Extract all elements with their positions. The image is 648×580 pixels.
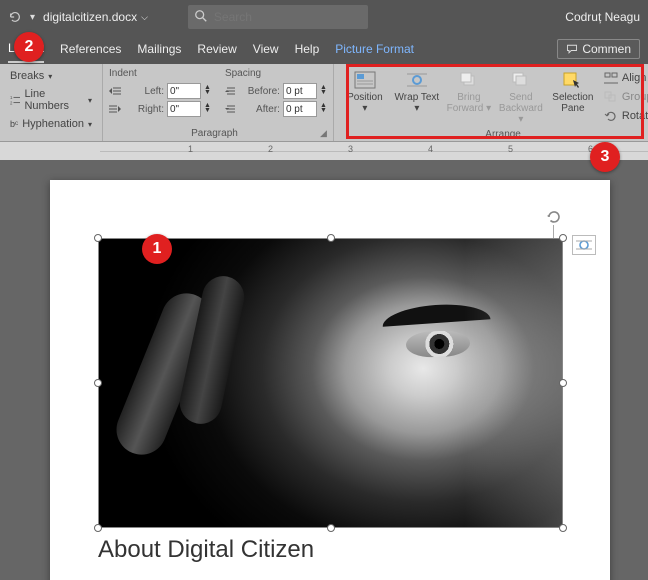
group-button[interactable]: Group▾ [600, 89, 648, 105]
line-numbers-icon: 12 [10, 94, 20, 106]
horizontal-ruler[interactable]: 1 2 3 4 5 6 [0, 142, 648, 160]
tab-view[interactable]: View [253, 36, 279, 62]
tab-review[interactable]: Review [197, 36, 236, 62]
spacing-header: Spacing [225, 68, 327, 79]
spinner-icon[interactable]: ▲▼ [320, 104, 327, 114]
paragraph-group-label: Paragraph [109, 126, 320, 139]
indent-header: Indent [109, 68, 211, 79]
breaks-button[interactable]: Breaks▾ [6, 68, 96, 84]
hyphenation-icon: bᶜ [10, 119, 18, 129]
tab-mailings[interactable]: Mailings [137, 36, 181, 62]
spinner-icon[interactable]: ▲▼ [204, 86, 211, 96]
bring-forward-icon [457, 70, 481, 90]
search-icon [194, 9, 208, 23]
tab-references[interactable]: References [60, 36, 121, 62]
resize-handle[interactable] [327, 234, 335, 242]
comment-icon [566, 43, 578, 55]
align-icon [604, 72, 618, 84]
rotate-button[interactable]: Rotate▾ [600, 108, 648, 124]
rotate-icon [604, 110, 618, 122]
svg-text:1: 1 [10, 95, 13, 100]
indent-right-input[interactable]: 0" [167, 101, 201, 117]
spacing-after-icon [225, 104, 237, 114]
ribbon: Breaks▾ 12 Line Numbers▾ bᶜ Hyphenation▾… [0, 64, 648, 142]
resize-handle[interactable] [559, 379, 567, 387]
document-page[interactable]: About Digital Citizen [50, 180, 610, 580]
indent-left-input[interactable]: 0" [167, 83, 201, 99]
arrange-group-label: Arrange [340, 127, 648, 140]
autosave-icon[interactable] [8, 10, 22, 24]
ribbon-tabs: Layout References Mailings Review View H… [0, 34, 648, 64]
bring-forward-button[interactable]: Bring Forward ▾ [444, 68, 494, 127]
layout-options-button[interactable] [572, 235, 596, 255]
title-bar: ▾ digitalcitizen.docx ⌵ Codruț Neagu [0, 0, 648, 34]
position-button[interactable]: Position▾ [340, 68, 390, 127]
spacing-before-input[interactable]: 0 pt [283, 83, 317, 99]
group-icon [604, 91, 618, 103]
hyphenation-button[interactable]: bᶜ Hyphenation▾ [6, 116, 96, 132]
picture-content [99, 239, 562, 527]
wrap-text-button[interactable]: Wrap Text ▾ [392, 68, 442, 127]
spinner-icon[interactable]: ▲▼ [320, 86, 327, 96]
spacing-before-icon [225, 86, 237, 96]
dropdown-icon[interactable]: ▾ [30, 12, 35, 23]
document-heading[interactable]: About Digital Citizen [98, 536, 562, 564]
callout-3: 3 [590, 142, 620, 172]
resize-handle[interactable] [94, 234, 102, 242]
callout-2: 2 [14, 32, 44, 62]
resize-handle[interactable] [94, 524, 102, 532]
resize-handle[interactable] [559, 234, 567, 242]
selection-pane-icon [561, 70, 585, 90]
resize-handle[interactable] [94, 379, 102, 387]
editor-area: About Digital Citizen [0, 160, 648, 580]
search-input[interactable] [188, 5, 368, 29]
send-backward-icon [509, 70, 533, 90]
chevron-down-icon: ⌵ [141, 12, 148, 23]
spacing-after-input[interactable]: 0 pt [283, 101, 317, 117]
send-backward-button[interactable]: Send Backward ▾ [496, 68, 546, 127]
selection-pane-button[interactable]: Selection Pane [548, 68, 598, 127]
line-numbers-button[interactable]: 12 Line Numbers▾ [6, 86, 96, 114]
svg-text:2: 2 [10, 100, 13, 105]
layout-options-icon [576, 239, 592, 251]
tab-picture-format[interactable]: Picture Format [335, 36, 414, 62]
tab-help[interactable]: Help [295, 36, 320, 62]
wrap-text-icon [405, 70, 429, 90]
callout-1: 1 [142, 234, 172, 264]
dialog-launcher-icon[interactable]: ◢ [320, 128, 327, 139]
inserted-picture[interactable] [98, 238, 563, 528]
user-name[interactable]: Codruț Neagu [565, 10, 640, 24]
resize-handle[interactable] [327, 524, 335, 532]
position-icon [353, 70, 377, 90]
align-button[interactable]: Align▾ [600, 70, 648, 86]
indent-left-icon [109, 86, 121, 96]
spinner-icon[interactable]: ▲▼ [204, 104, 211, 114]
indent-right-icon [109, 104, 121, 114]
resize-handle[interactable] [559, 524, 567, 532]
document-filename[interactable]: digitalcitizen.docx ⌵ [43, 10, 148, 24]
comments-button[interactable]: Commen [557, 39, 640, 59]
